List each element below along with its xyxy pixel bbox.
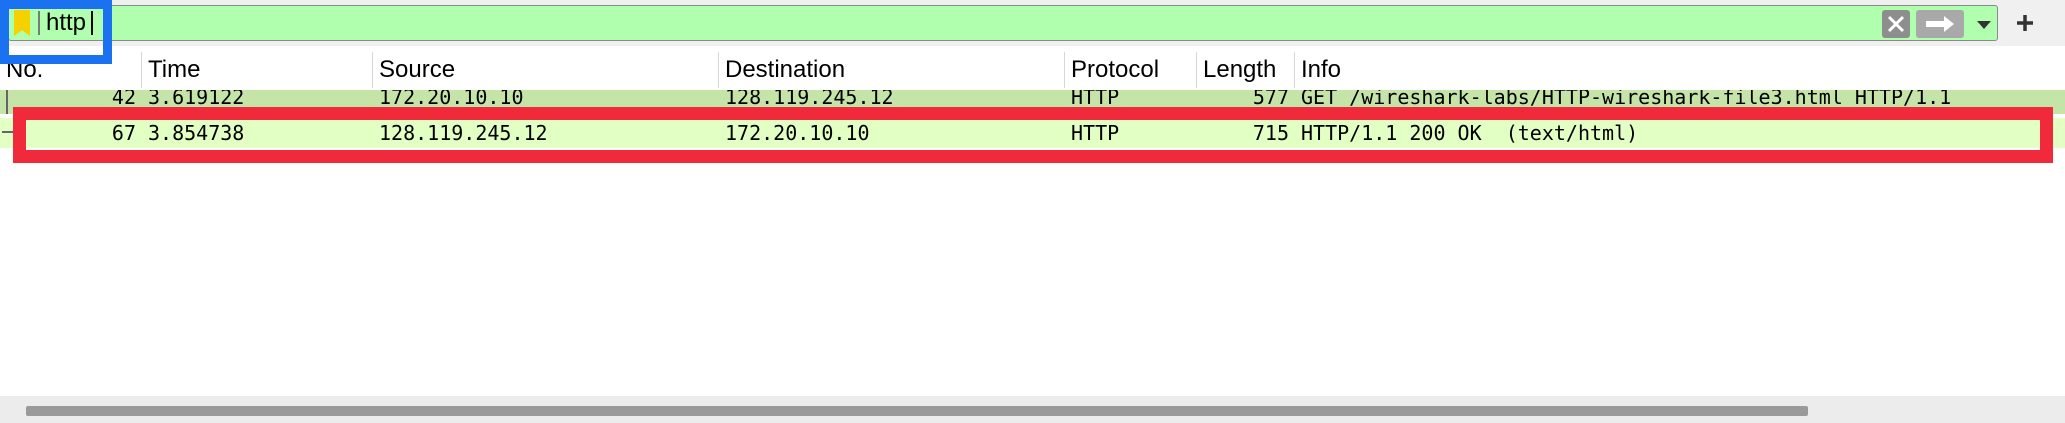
clear-filter-button[interactable]	[1882, 10, 1910, 38]
plus-icon	[2017, 15, 2033, 31]
column-header-protocol[interactable]: Protocol	[1065, 52, 1197, 88]
column-header-time[interactable]: Time	[142, 52, 373, 88]
column-header-info[interactable]: Info	[1295, 52, 2065, 88]
response-highlight-box	[13, 107, 2053, 163]
filter-history-dropdown[interactable]	[1972, 12, 1996, 36]
clear-icon	[1887, 15, 1905, 33]
column-header-length[interactable]: Length	[1197, 52, 1295, 88]
display-filter-toolbar: http	[0, 0, 2065, 46]
scrollbar-thumb[interactable]	[26, 406, 1808, 416]
column-header-destination[interactable]: Destination	[719, 52, 1065, 88]
chevron-down-icon	[1977, 21, 1991, 29]
apply-filter-button[interactable]	[1916, 10, 1964, 38]
column-header-source[interactable]: Source	[373, 52, 719, 88]
arrow-right-icon	[1926, 16, 1954, 32]
display-filter-input[interactable]	[8, 5, 1998, 41]
packet-list-header: No. Time Source Destination Protocol Len…	[0, 52, 2065, 88]
filter-highlight-box	[0, 0, 112, 64]
horizontal-scrollbar[interactable]	[0, 396, 2065, 423]
add-filter-button-button[interactable]	[2010, 8, 2040, 38]
